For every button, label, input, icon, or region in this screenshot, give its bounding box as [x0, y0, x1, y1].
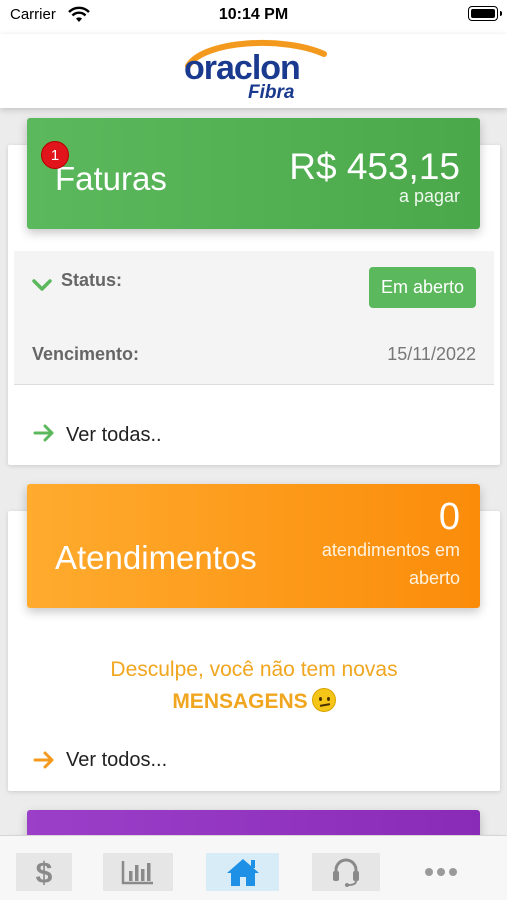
- faturas-banner[interactable]: Faturas R$ 453,15 a pagar: [27, 118, 480, 229]
- atendimentos-count-caption: atendimentos em aberto: [321, 540, 460, 588]
- tab-bar: $: [0, 835, 507, 900]
- status-badge: Em aberto: [369, 267, 476, 308]
- due-date: 15/11/2022: [387, 344, 476, 364]
- status-label: Status:: [61, 270, 123, 290]
- bar-chart-icon: [121, 861, 153, 885]
- faturas-amount-caption: a pagar: [398, 186, 460, 206]
- app-header: oraclon Fibra: [0, 34, 507, 108]
- oraclon-logo: oraclon Fibra: [184, 39, 327, 102]
- tab-suporte[interactable]: [312, 853, 380, 891]
- tab-home[interactable]: [206, 853, 279, 891]
- clock: 10:14 PM: [218, 6, 289, 23]
- status-bar: Carrier 10:14 PM: [0, 0, 507, 34]
- faturas-amount: R$ 453,15: [289, 146, 460, 187]
- tab-more[interactable]: [410, 853, 472, 891]
- notification-badge: 1: [41, 141, 69, 169]
- confused-face-icon: [311, 688, 336, 712]
- ver-todas-link[interactable]: Ver todas..: [66, 424, 162, 447]
- home-content[interactable]: Faturas R$ 453,15 a pagar 1 Status: Em a…: [0, 108, 507, 835]
- battery-icon: [468, 6, 502, 21]
- svg-text:Fibra: Fibra: [248, 82, 295, 102]
- home-icon: [226, 859, 259, 886]
- arrow-right-icon: [33, 751, 54, 769]
- faturas-details: Status: Em aberto Vencimento: 15/11/2022: [14, 251, 494, 385]
- empty-message: Desculpe, você não tem novas: [110, 658, 398, 681]
- dollar-icon: $: [36, 857, 53, 888]
- atendimentos-count: 0: [438, 496, 460, 538]
- atendimentos-title: Atendimentos: [55, 539, 257, 576]
- headset-icon: [333, 858, 359, 887]
- empty-message-emphasis: MENSAGENS: [8, 688, 500, 714]
- empty-message-keyword: MENSAGENS: [172, 690, 308, 713]
- arrow-right-icon: [33, 424, 54, 442]
- tab-financeiro[interactable]: $: [16, 853, 72, 891]
- atendimentos-banner[interactable]: Atendimentos 0 atendimentos em aberto: [27, 484, 480, 608]
- chevron-down-icon[interactable]: [32, 277, 52, 293]
- faturas-title: Faturas: [55, 160, 167, 197]
- due-label: Vencimento:: [32, 344, 140, 364]
- more-icon: [425, 868, 457, 876]
- ver-todos-link[interactable]: Ver todos...: [66, 749, 167, 772]
- svg-text:$: $: [36, 857, 53, 888]
- purple-banner[interactable]: [27, 810, 480, 835]
- tab-consumo[interactable]: [103, 853, 173, 891]
